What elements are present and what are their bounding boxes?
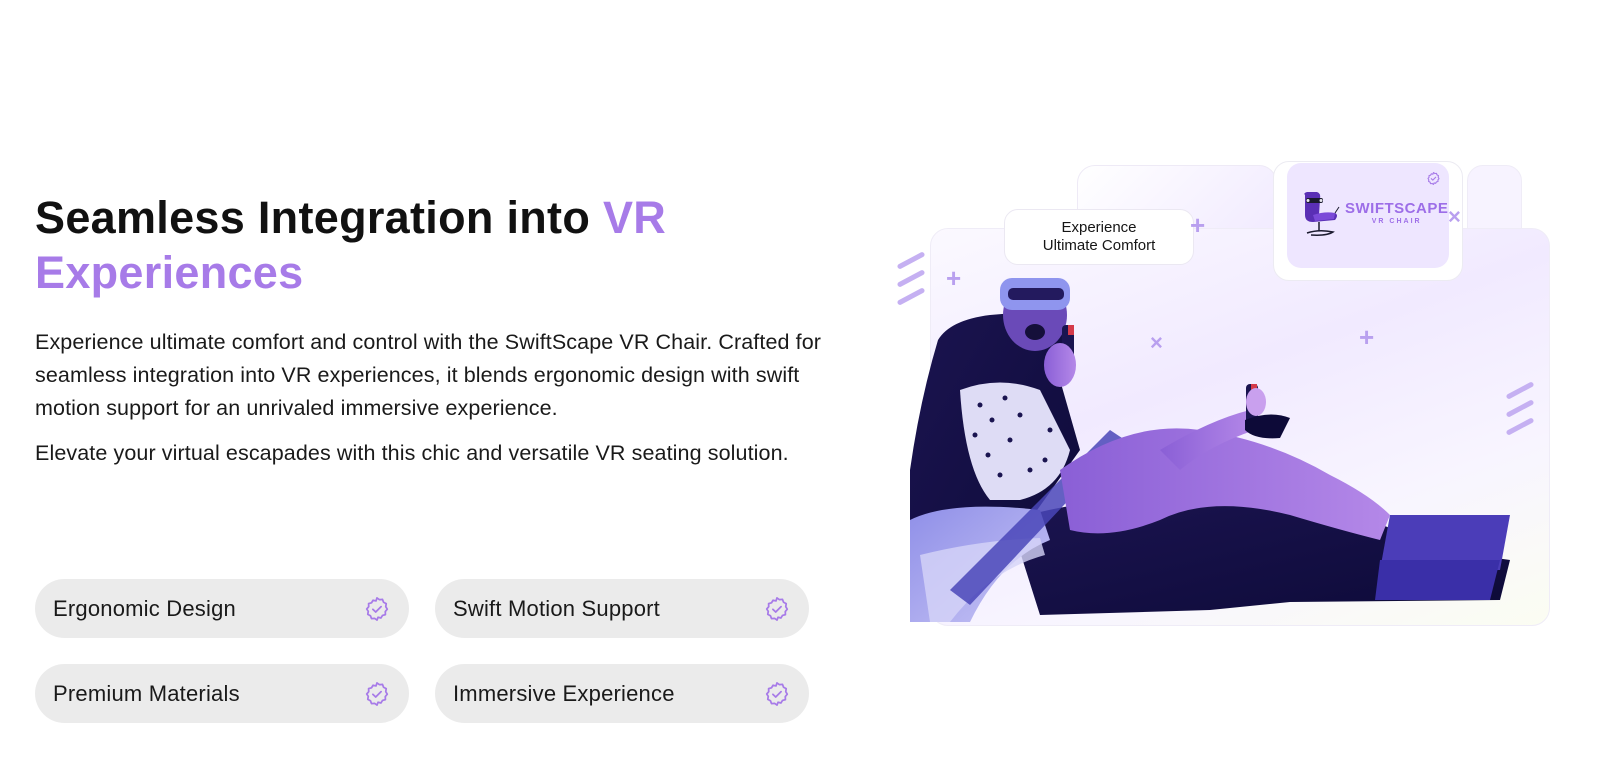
badge-check-icon (365, 681, 389, 706)
page-title: Seamless Integration into VR Experiences (35, 190, 825, 300)
logo-text: SWIFTSCAPE VR CHAIR (1345, 201, 1448, 226)
badge-check-icon (765, 681, 789, 706)
badge-check-icon (365, 596, 389, 621)
title-accent-vr: VR (602, 192, 667, 243)
callout-line-1: Experience (1061, 219, 1137, 236)
feature-label: Immersive Experience (453, 680, 675, 706)
plus-decoration-icon: + (1190, 210, 1206, 240)
description-paragraph-1: Experience ultimate comfort and control … (35, 330, 822, 420)
product-visual: Experience Ultimate Comfort SWIFTSCAPE V… (896, 160, 1560, 630)
feature-premium-materials[interactable]: Premium Materials (35, 664, 409, 723)
badge-check-icon (1427, 172, 1440, 185)
times-decoration-icon: × (1448, 204, 1461, 229)
feature-list: Ergonomic Design Swift Motion Support Pr… (35, 579, 810, 723)
logo-name: SWIFTSCAPE (1345, 200, 1449, 217)
feature-label: Ergonomic Design (53, 595, 236, 621)
title-accent-experiences: Experiences (35, 247, 304, 298)
title-main: Seamless Integration into (35, 192, 603, 243)
content-section: Seamless Integration into VR Experiences … (35, 190, 825, 470)
logo-subtitle: VR CHAIR (1371, 218, 1422, 225)
callout-line-2: Ultimate Comfort (1042, 237, 1156, 254)
feature-ergonomic-design[interactable]: Ergonomic Design (35, 579, 409, 638)
feature-swift-motion-support[interactable]: Swift Motion Support (435, 579, 809, 638)
vr-chair-photo (910, 278, 1510, 622)
badge-check-icon (765, 596, 789, 621)
feature-label: Premium Materials (53, 680, 240, 706)
description-paragraph-2: Elevate your virtual escapades with this… (35, 441, 789, 465)
callout-label: Experience Ultimate Comfort (1004, 209, 1194, 265)
vr-chair-logo-icon (1304, 192, 1340, 236)
feature-label: Swift Motion Support (453, 595, 660, 621)
stripe-decoration (896, 251, 926, 270)
feature-immersive-experience[interactable]: Immersive Experience (435, 664, 809, 723)
brand-logo: SWIFTSCAPE VR CHAIR (1287, 163, 1449, 268)
